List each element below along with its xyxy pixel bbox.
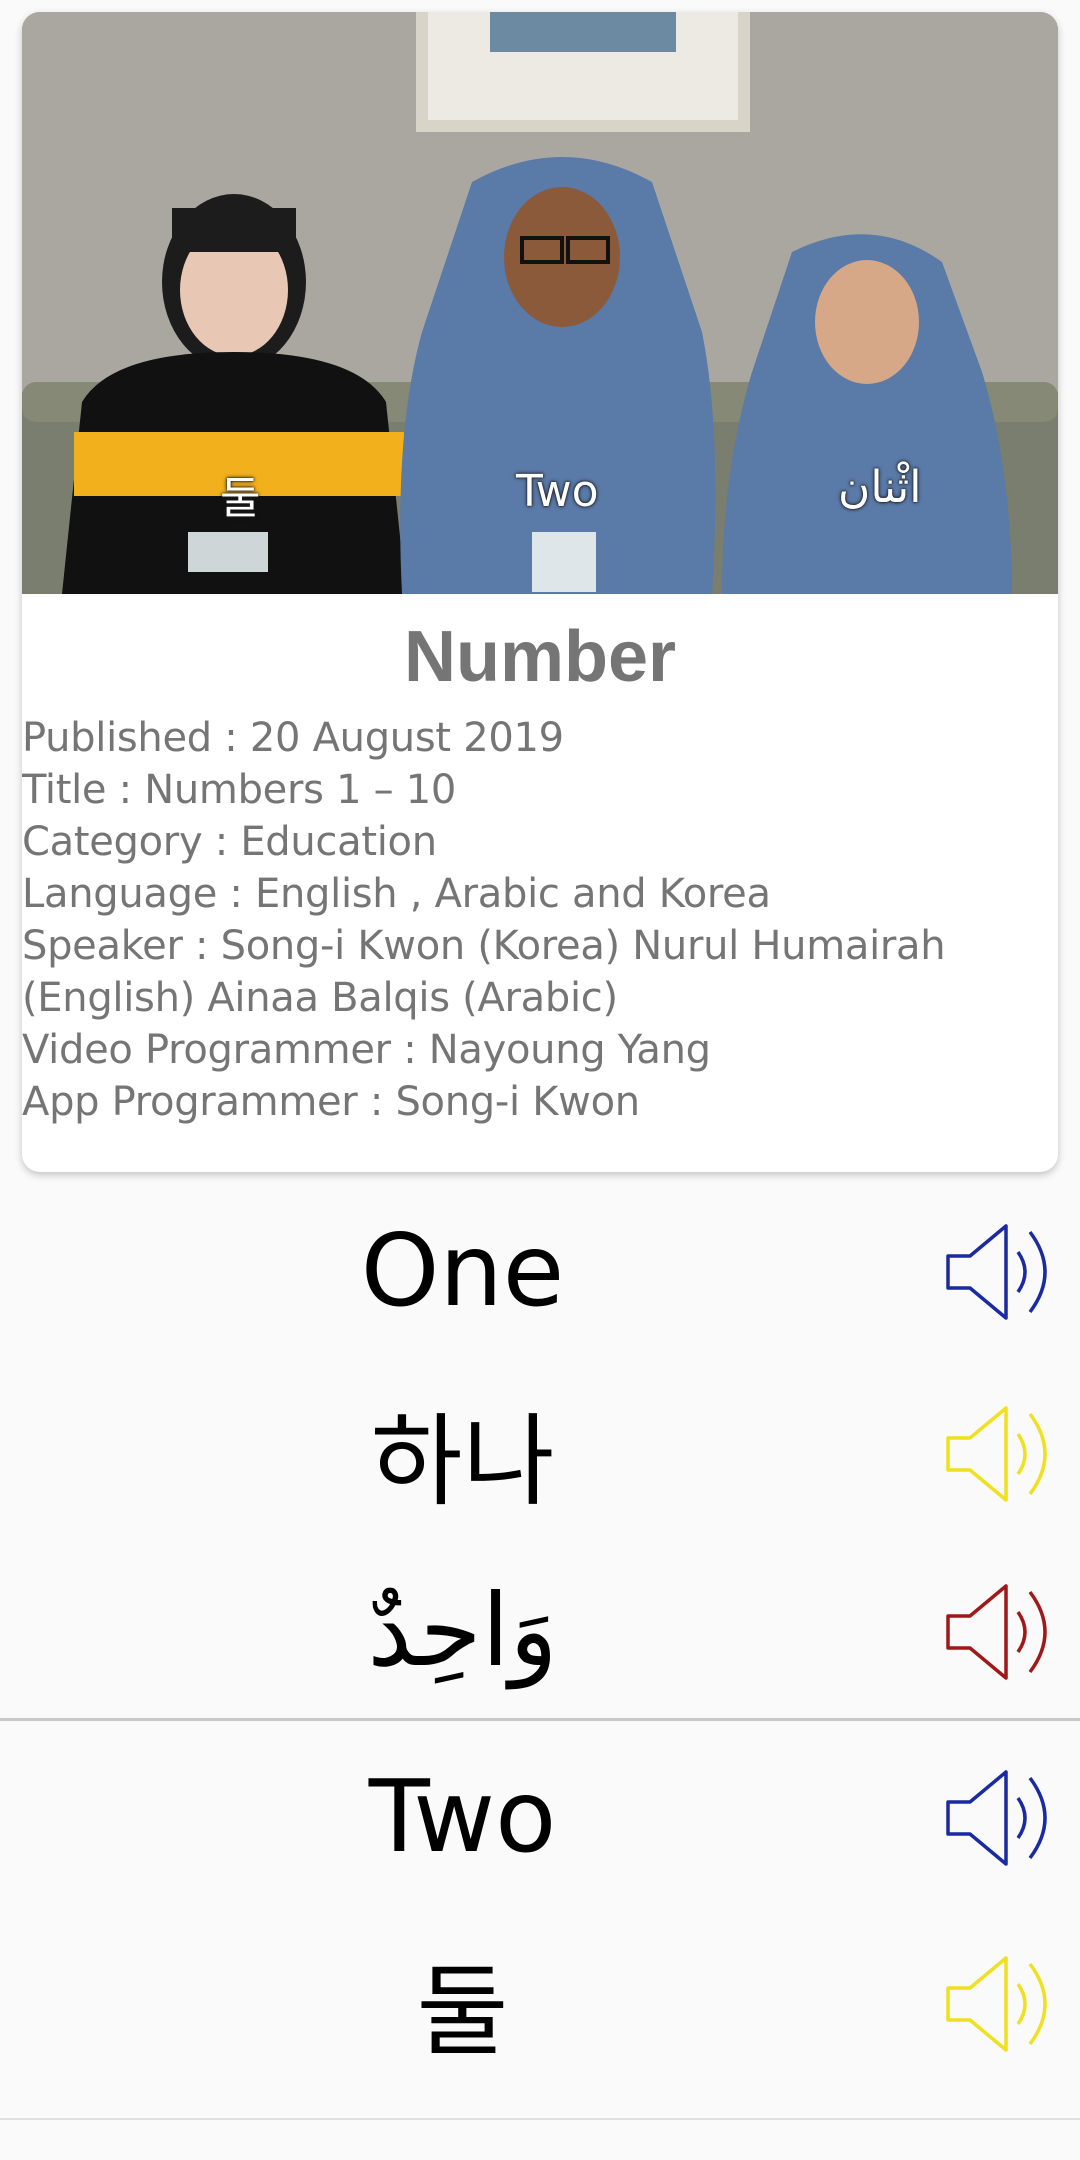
- info-card: 둘 Two اثْنان Number Published : 20 Augus…: [22, 12, 1058, 1172]
- word-text: 둘: [416, 1952, 509, 2070]
- language: Language : English , Arabic and Korea: [22, 871, 771, 917]
- subtitle-arabic: اثْنان: [838, 462, 922, 513]
- word-row-one[interactable]: One: [0, 1180, 1080, 1360]
- word-text: وَاحِدٌ: [367, 1571, 558, 1689]
- speaker-line-2: (English) Ainaa Balqis (Arabic): [22, 975, 618, 1021]
- word-row-hana[interactable]: 하나: [0, 1362, 1080, 1542]
- card-title: Number: [403, 617, 677, 697]
- speaker-icon[interactable]: [944, 1222, 1060, 1322]
- word-text: 하나: [370, 1402, 555, 1520]
- word-row-dul[interactable]: 둘: [0, 1912, 1080, 2092]
- category: Category : Education: [22, 819, 437, 865]
- video-title: Title : Numbers 1 – 10: [22, 767, 457, 813]
- speaker-icon[interactable]: [944, 1404, 1060, 1504]
- word-text: Two: [368, 1757, 557, 1875]
- speaker-line-1: Speaker : Song-i Kwon (Korea) Nurul Huma…: [22, 923, 946, 969]
- subtitle-korean: 둘: [220, 473, 261, 524]
- word-text: One: [360, 1211, 565, 1329]
- app-programmer: App Programmer : Song-i Kwon: [22, 1079, 640, 1125]
- published-date: Published : 20 August 2019: [22, 715, 564, 761]
- video-info: Published : 20 August 2019 Title : Numbe…: [22, 712, 1058, 1128]
- subtitle-english: Two: [516, 466, 599, 517]
- word-row-two[interactable]: Two: [0, 1726, 1080, 1906]
- speaker-icon[interactable]: [944, 1954, 1060, 2054]
- group-divider: [0, 1718, 1080, 1721]
- speaker-icon[interactable]: [944, 1582, 1060, 1682]
- video-programmer: Video Programmer : Nayoung Yang: [22, 1027, 711, 1073]
- bottom-divider: [0, 2118, 1080, 2120]
- video-player[interactable]: 둘 Two اثْنان: [22, 12, 1058, 594]
- word-row-wahid[interactable]: وَاحِدٌ: [0, 1540, 1080, 1720]
- speaker-icon[interactable]: [944, 1768, 1060, 1868]
